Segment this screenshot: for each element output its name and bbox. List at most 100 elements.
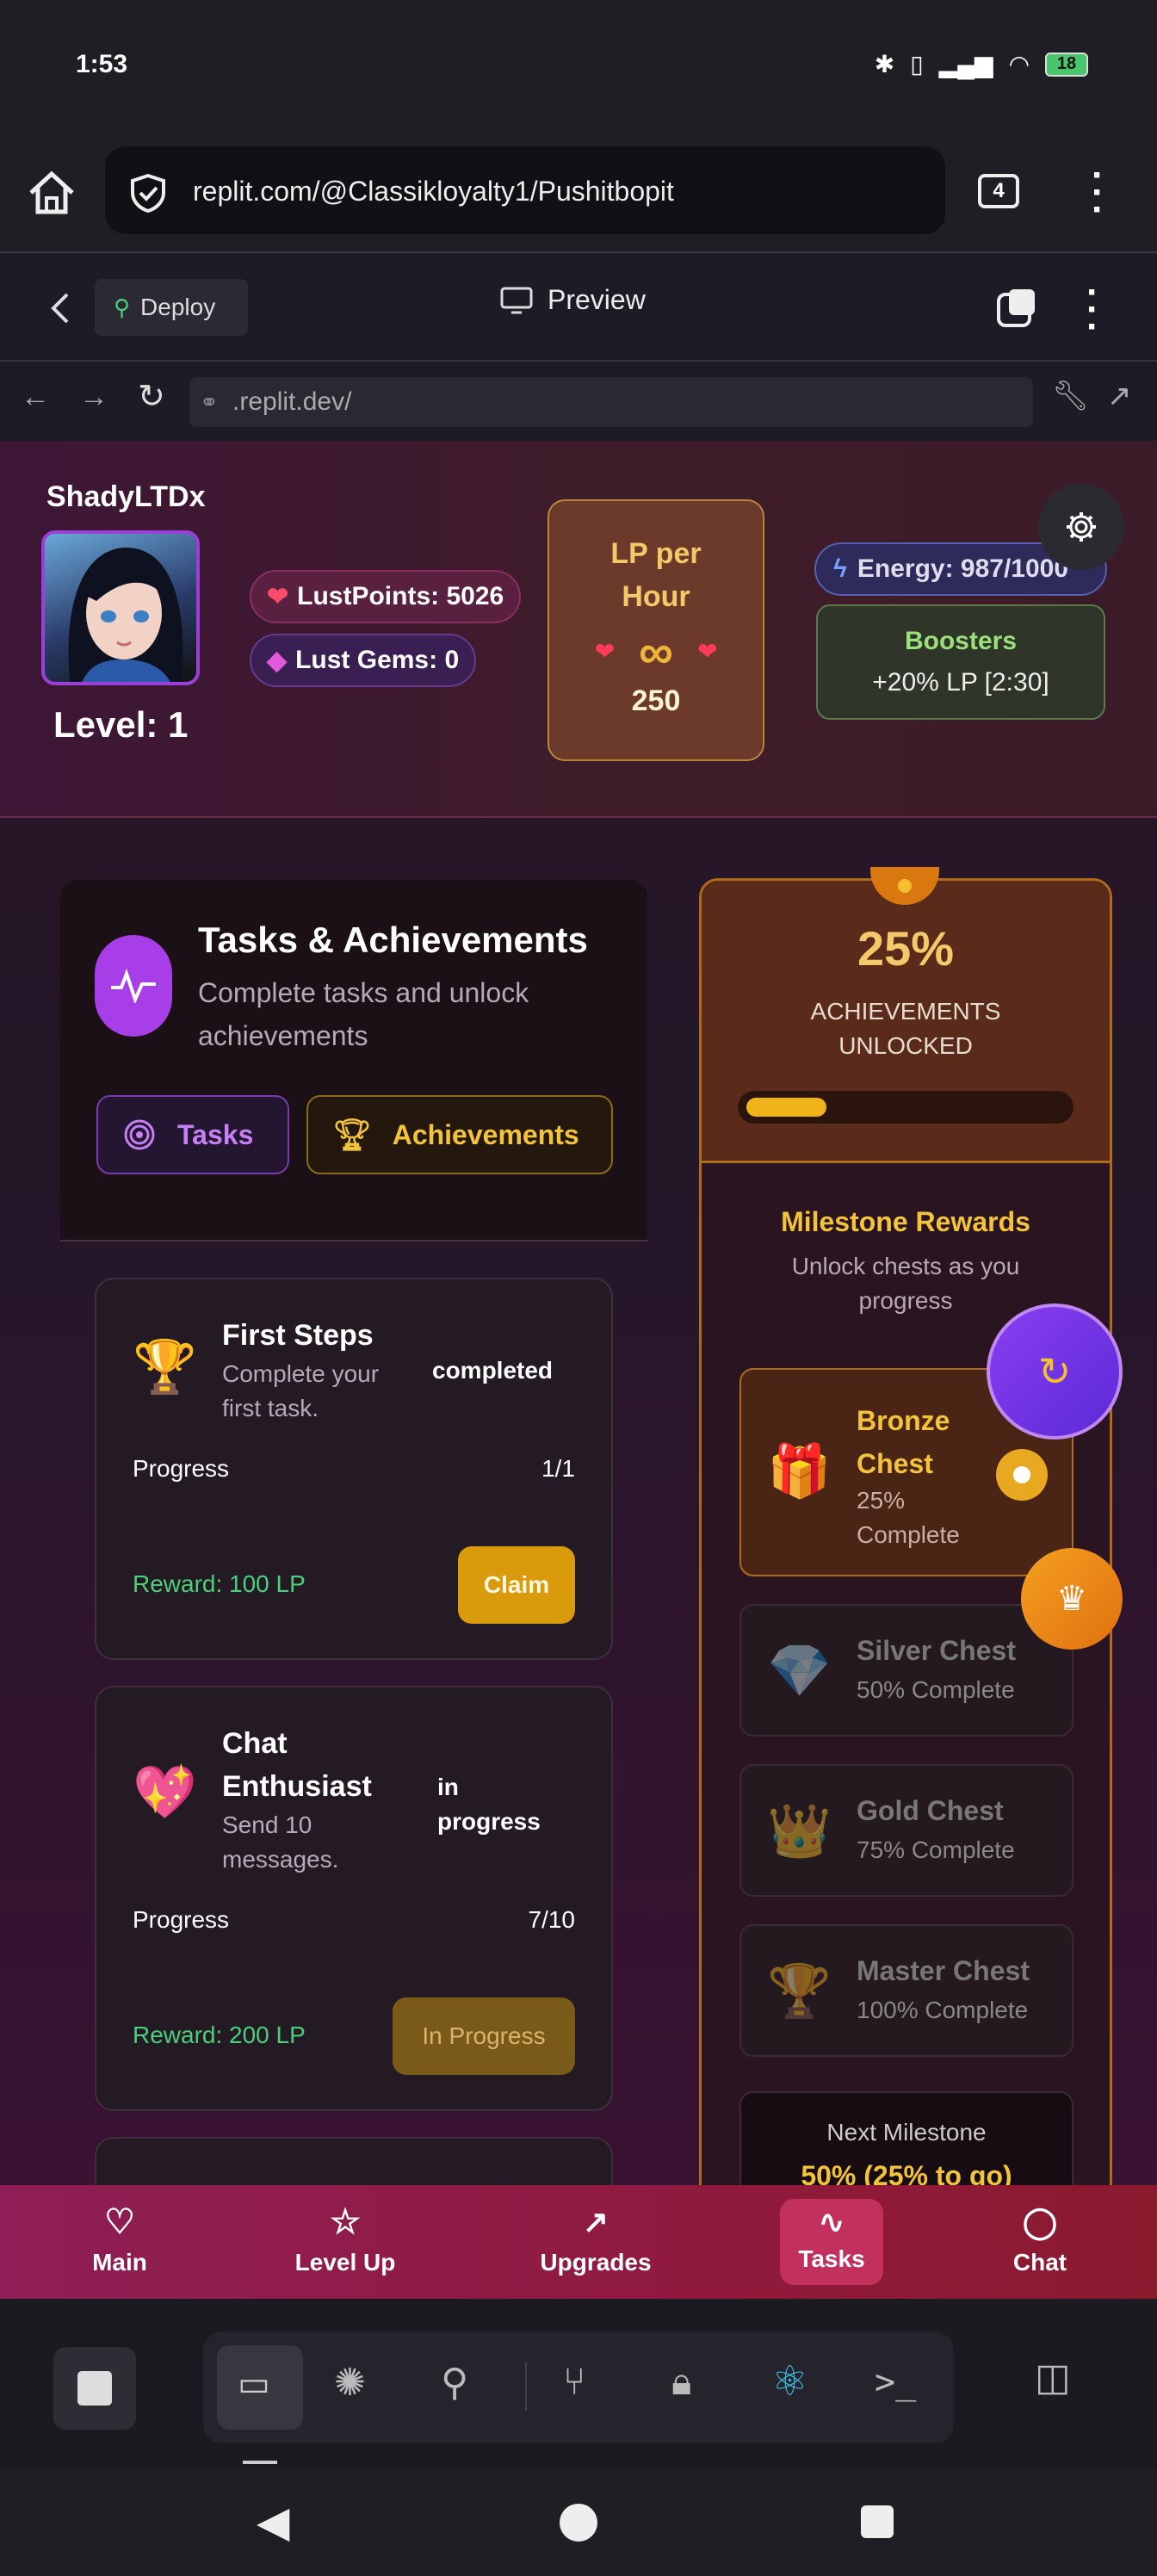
username: ShadyLTDx — [46, 480, 206, 513]
tab-tasks[interactable]: Tasks — [96, 1095, 289, 1174]
vibrate-icon: ▯ — [910, 51, 924, 77]
chest-name: Silver Chest — [857, 1635, 1016, 1666]
nav-main[interactable]: ♡ Main — [83, 2202, 157, 2276]
nav-upgrades[interactable]: ↗ Upgrades — [534, 2202, 658, 2276]
replit-menu-icon[interactable]: · · · — [1086, 274, 1099, 346]
tab-count-button[interactable]: 4 — [978, 174, 1019, 208]
heart-outline-icon: ♡ — [104, 2203, 135, 2241]
trending-up-icon: ↗ — [582, 2204, 609, 2239]
heart-icon: ❤ — [594, 638, 616, 665]
monitor-icon: ▭ — [238, 2365, 270, 2403]
activity-icon: ∿ — [818, 2204, 845, 2239]
recents-icon[interactable] — [861, 2505, 894, 2538]
achievement-progress-bar — [738, 1091, 1073, 1124]
chest-status: 25% Complete — [857, 1487, 960, 1548]
tab-tasks-label: Tasks — [177, 1118, 254, 1150]
refresh-icon: ↻ — [1037, 1349, 1072, 1394]
nav-chat[interactable]: ◯ Chat — [1005, 2202, 1074, 2276]
nav-tasks[interactable]: ∿ Tasks — [780, 2199, 883, 2285]
heart-icon: ❤ — [696, 638, 718, 665]
nav-forward-icon[interactable]: → — [79, 381, 108, 414]
new-tab-icon[interactable] — [995, 286, 1038, 329]
stop-button[interactable] — [53, 2347, 136, 2430]
panels-icon[interactable]: ◫ — [1035, 2356, 1071, 2400]
back-icon[interactable]: ◀ — [257, 2497, 289, 2547]
preview-tab[interactable]: Preview — [499, 284, 646, 316]
crown-fab[interactable]: ♛ — [1021, 1548, 1123, 1650]
avatar[interactable] — [41, 530, 200, 685]
crown-icon: 👑 — [767, 1802, 832, 1860]
task-title: First Steps — [222, 1319, 374, 1352]
achievements-progress-section: 25% ACHIEVEMENTS UNLOCKED — [702, 881, 1110, 1163]
open-external-icon[interactable]: ↗ — [1107, 379, 1132, 413]
task-description: Send 10 messages. — [222, 1811, 339, 1873]
back-icon[interactable] — [48, 291, 72, 325]
clock: 1:53 — [76, 50, 128, 78]
gold-chest[interactable]: 👑 Gold Chest 75% Complete — [739, 1764, 1073, 1897]
browser-menu-icon[interactable]: · · · — [1092, 157, 1104, 229]
shield-icon[interactable] — [127, 172, 169, 214]
lp-per-hour-card: LP per Hour ❤ ∞ ❤ 250 — [548, 499, 764, 761]
dev-url-text: .replit.dev/ — [232, 387, 352, 416]
chest-name: Gold Chest — [857, 1795, 1004, 1826]
silver-chest[interactable]: 💎 Silver Chest 50% Complete — [739, 1604, 1073, 1737]
gem-icon: ◆ — [267, 646, 288, 675]
lock-icon[interactable]: 🔒︎ — [671, 2361, 691, 2404]
git-icon[interactable]: ⑂ — [563, 2361, 585, 2404]
nav-back-icon[interactable]: ← — [21, 381, 50, 414]
react-icon[interactable]: ⚛ — [771, 2357, 808, 2406]
milestone-rewards-title: Milestone Rewards — [781, 1206, 1030, 1237]
workflows-icon[interactable]: ✺ — [334, 2361, 366, 2405]
tab-achievements[interactable]: 🏆︎ Achievements — [306, 1095, 613, 1174]
player-header: ShadyLTDx Level: 1 ❤ LustPoints: 5026 ◆ … — [0, 441, 1157, 818]
nav-tasks-label: Tasks — [798, 2245, 865, 2272]
master-chest[interactable]: 🏆 Master Chest 100% Complete — [739, 1924, 1073, 2057]
task-card — [95, 2137, 613, 2185]
dev-url-field[interactable]: ⚭ .replit.dev/ — [189, 377, 1033, 427]
lust-points-value: LustPoints: 5026 — [297, 582, 504, 610]
settings-button[interactable] — [1038, 484, 1124, 570]
task-reward: Reward: 100 LP — [133, 1570, 306, 1597]
monitor-icon — [500, 287, 533, 313]
lust-gems-value: Lust Gems: 0 — [295, 646, 460, 674]
activity-icon-badge — [95, 935, 172, 1037]
nav-upgrades-label: Upgrades — [540, 2249, 652, 2276]
chest-status: 100% Complete — [857, 1997, 1029, 2023]
chest-name: Master Chest — [857, 1955, 1030, 1986]
boosters-title: Boosters — [904, 627, 1018, 655]
chest-status: 50% Complete — [857, 1676, 1015, 1703]
battery-icon: 18 — [1045, 52, 1088, 77]
wrench-icon[interactable]: 🔧︎ — [1052, 379, 1089, 413]
milestone-rewards-subtitle: Unlock chests as you progress — [791, 1253, 1020, 1314]
url-field[interactable]: replit.com/@Classikloyalty1/Pushitbopit — [105, 146, 945, 234]
progress-value: 7/10 — [528, 1906, 576, 1933]
card-divider — [60, 1240, 647, 1242]
tool-tray: ▭ ✺ ⚲ ⑂ 🔒︎ ⚛ >_ — [203, 2331, 954, 2443]
claim-button[interactable]: Claim — [458, 1546, 575, 1624]
next-milestone-label: Next Milestone — [826, 2119, 987, 2146]
heart-icon: ❤ — [267, 582, 289, 611]
progress-label: Progress — [133, 1906, 230, 1933]
target-icon — [124, 1119, 155, 1150]
shell-icon[interactable]: >_ — [875, 2362, 916, 2402]
task-card: 🏆 First Steps Complete your first task. … — [95, 1278, 613, 1660]
reload-icon[interactable]: ↻ — [138, 377, 165, 416]
nav-level-up[interactable]: ☆ Level Up — [289, 2202, 401, 2276]
gem-icon: 💎 — [767, 1642, 832, 1700]
boosters-card[interactable]: Boosters +20% LP [2:30] — [816, 604, 1105, 720]
replit-toolbar: ▭ ✺ ⚲ ⑂ 🔒︎ ⚛ >_ ◫ — [0, 2299, 1157, 2468]
url-text: replit.com/@Classikloyalty1/Pushitbopit — [193, 176, 674, 207]
deployments-icon[interactable]: ⚲ — [441, 2361, 468, 2405]
lust-gems-badge: ◆ Lust Gems: 0 — [250, 634, 477, 687]
in-progress-button[interactable]: In Progress — [393, 1997, 575, 2075]
task-title: Chat Enthusiast — [222, 1727, 372, 1803]
milestone-panel: 25% ACHIEVEMENTS UNLOCKED Milestone Rewa… — [699, 867, 1112, 2185]
player-level: Level: 1 — [53, 704, 189, 745]
home-icon[interactable] — [26, 169, 77, 217]
task-status: completed — [432, 1357, 554, 1384]
nav-chat-label: Chat — [1012, 2249, 1067, 2276]
browser-toolbar: replit.com/@Classikloyalty1/Pushitbopit … — [0, 129, 1157, 251]
refresh-fab[interactable]: ↻ — [987, 1303, 1123, 1440]
home-icon[interactable] — [560, 2504, 597, 2542]
deploy-button[interactable]: ⚲ Deploy — [95, 279, 248, 336]
